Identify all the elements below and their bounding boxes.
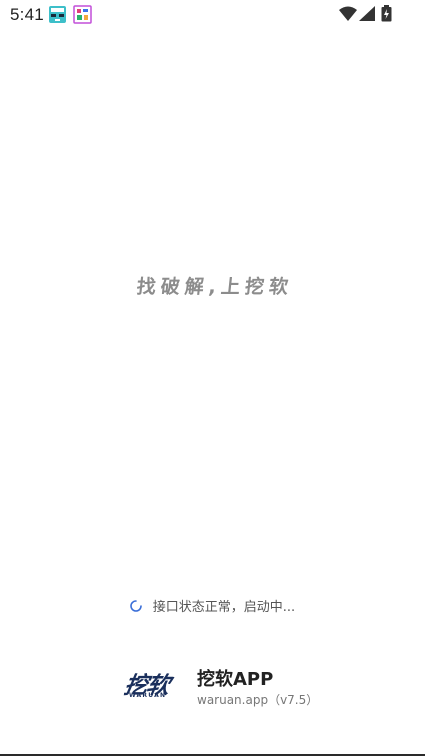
color-app-notification-icon <box>73 5 92 24</box>
logo-subtext: WARUAN <box>129 692 167 699</box>
battery-charging-icon <box>381 5 392 22</box>
status-time: 5:41 <box>10 5 44 24</box>
app-notification-icon <box>49 6 66 23</box>
app-name: 挖软APP <box>197 669 274 690</box>
status-bar: 5:41 <box>0 0 425 30</box>
app-domain-version: waruan.app（v7.5） <box>197 693 319 707</box>
app-logo: 挖软 WARUAN <box>122 666 175 702</box>
splash-slogan: 找破解,上挖软 <box>135 276 295 298</box>
loading-spinner-icon <box>130 599 142 612</box>
signal-icon <box>359 6 375 21</box>
wifi-icon <box>339 6 357 21</box>
loading-text: 接口状态正常，启动中... <box>152 600 296 615</box>
loading-status: 接口状态正常，启动中... <box>0 596 425 615</box>
